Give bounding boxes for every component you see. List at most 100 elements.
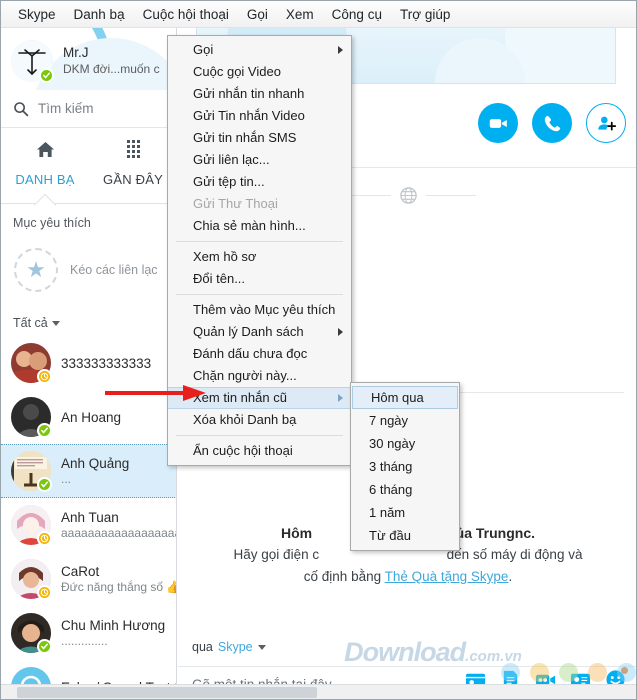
list-item[interactable]: CaRot Đức năng thắng số 👍: [1, 552, 176, 606]
submenu-item-3-months[interactable]: 3 tháng: [351, 455, 459, 478]
context-menu-separator: [176, 435, 343, 436]
check-icon: [41, 427, 48, 434]
globe-icon: [399, 187, 417, 204]
contact-name: Anh Quảng: [61, 456, 130, 471]
list-item-text: Anh Tuan aaaaaaaaaaaaaaaaaaaa...: [61, 509, 176, 541]
tab-contacts[interactable]: DANH BẠ: [1, 170, 89, 187]
send-via-selector[interactable]: qua Skype: [192, 640, 266, 654]
home-icon[interactable]: [1, 140, 89, 159]
submenu-item-yesterday[interactable]: Hôm qua: [352, 386, 458, 409]
home-glyph: [36, 141, 54, 157]
favorites-hint: Kéo các liên lạc: [70, 263, 158, 277]
list-item-text: Anh Quảng ...: [61, 455, 129, 487]
contact-list[interactable]: 333333333333 An Hoang Anh Quảng ... Anh …: [1, 336, 176, 699]
submenu-message-history[interactable]: Hôm qua 7 ngày 30 ngày 3 tháng 6 tháng 1…: [350, 382, 460, 551]
add-people-button[interactable]: [586, 103, 626, 143]
add-person-icon: [597, 116, 616, 130]
contact-name: Anh Tuan: [61, 510, 119, 525]
context-menu-item-block-person[interactable]: Chặn người này...: [168, 365, 351, 387]
submenu-item-30-days[interactable]: 30 ngày: [351, 432, 459, 455]
favorites-dropzone[interactable]: ★ Kéo các liên lạc: [1, 236, 176, 304]
menu-item-skype[interactable]: Skype: [9, 4, 65, 25]
context-menu-item-share-screen[interactable]: Chia sẻ màn hình...: [168, 215, 351, 237]
avatar[interactable]: [11, 40, 54, 83]
user-profile[interactable]: Mr.J DKM đời...muốn c: [1, 34, 176, 88]
context-menu-item-call[interactable]: Gọi: [168, 39, 351, 61]
list-item-text: CaRot Đức năng thắng số 👍: [61, 563, 176, 595]
contact-name: CaRot: [61, 564, 100, 579]
menu-item-view[interactable]: Xem: [277, 4, 323, 25]
context-menu-item-send-voicemail: Gửi Thư Thoại: [193, 196, 278, 211]
list-item[interactable]: An Hoang: [1, 390, 176, 444]
menu-item-conversation[interactable]: Cuộc hội thoại: [134, 4, 238, 25]
search-row[interactable]: [1, 90, 176, 128]
presence-indicator-away: [37, 531, 52, 546]
list-item-selected[interactable]: Anh Quảng ...: [1, 444, 176, 498]
sidebar: Mr.J DKM đời...muốn c Tìm kiếm DANH BẠ G…: [1, 28, 177, 699]
context-menu-item-mark-unread[interactable]: Đánh dấu chưa đọc: [168, 343, 351, 365]
context-menu-item-rename[interactable]: Đổi tên...: [168, 268, 351, 290]
chevron-right-icon: [338, 394, 343, 402]
avatar: [11, 397, 52, 438]
send-via-prefix: qua: [192, 640, 213, 654]
menu-item-help[interactable]: Trợ giúp: [391, 4, 459, 25]
promo-body-line1-right: đến số máy di động và: [446, 547, 583, 562]
list-item[interactable]: Chu Minh Hương ..............: [1, 606, 176, 660]
menu-item-call[interactable]: Gọi: [238, 4, 277, 25]
submenu-item-7-days[interactable]: 7 ngày: [351, 409, 459, 432]
phone-icon: [544, 115, 560, 131]
submenu-item-1-year[interactable]: 1 năm: [351, 501, 459, 524]
check-icon: [43, 72, 50, 79]
context-menu-item-send-video-message[interactable]: Gửi Tin nhắn Video: [168, 105, 351, 127]
context-menu-item-view-profile[interactable]: Xem hồ sơ: [168, 246, 351, 268]
contact-name: 333333333333: [61, 355, 152, 371]
contact-name: Chu Minh Hương: [61, 618, 166, 633]
contact-status: ...: [61, 472, 72, 486]
menu-item-contacts[interactable]: Danh bạ: [65, 4, 134, 25]
scrollbar-thumb[interactable]: [17, 687, 317, 698]
promo-body-line2-pre: cố định bằng: [303, 569, 385, 584]
context-menu[interactable]: Gọi Cuộc gọi Video Gửi nhắn tin nhanh Gử…: [167, 35, 352, 466]
promo-heading-left: Hôm: [280, 525, 313, 541]
context-menu-item-remove-contact[interactable]: Xóa khỏi Danh bạ: [168, 409, 351, 431]
list-item-text: 333333333333: [61, 355, 151, 372]
profile-name: Mr.J: [63, 45, 89, 60]
presence-indicator-online: [39, 68, 54, 83]
chevron-right-icon: [338, 46, 343, 54]
list-item[interactable]: 333333333333: [1, 336, 176, 390]
horizontal-scrollbar[interactable]: [1, 684, 636, 699]
avatar: [11, 505, 52, 546]
video-call-button[interactable]: [478, 103, 518, 143]
clock-icon: [40, 372, 49, 381]
presence-indicator-away: [37, 369, 52, 384]
submenu-item-from-beginning[interactable]: Từ đầu: [351, 524, 459, 547]
contact-status: ..............: [61, 634, 108, 648]
contact-status: aaaaaaaaaaaaaaaaaaaa...: [61, 526, 176, 540]
contact-name: An Hoang: [61, 409, 122, 425]
list-item[interactable]: Anh Tuan aaaaaaaaaaaaaaaaaaaa...: [1, 498, 176, 552]
tab-indicator: [1, 195, 176, 204]
context-menu-item-send-im[interactable]: Gửi nhắn tin nhanh: [168, 83, 351, 105]
divider-line: [425, 195, 476, 196]
contacts-filter[interactable]: Tất cả: [13, 316, 60, 330]
context-menu-item-video-call[interactable]: Cuộc gọi Video: [168, 61, 351, 83]
gift-card-link[interactable]: Thẻ Quà tặng Skype: [385, 569, 509, 584]
tab-recent[interactable]: GẦN ĐÂY: [89, 170, 176, 187]
context-menu-item-send-contact[interactable]: Gửi liên lạc...: [168, 149, 351, 171]
dialpad-icon[interactable]: [89, 140, 176, 158]
dialpad-glyph: [126, 140, 140, 158]
avatar: [11, 613, 52, 654]
context-menu-item-send-file[interactable]: Gửi tệp tin...: [168, 171, 351, 193]
context-menu-item-label: Quản lý Danh sách: [193, 324, 304, 339]
context-menu-separator: [176, 294, 343, 295]
search-input[interactable]: [38, 101, 158, 116]
voice-call-button[interactable]: [532, 103, 572, 143]
menu-item-tools[interactable]: Công cụ: [323, 4, 391, 25]
context-menu-item-manage-lists[interactable]: Quản lý Danh sách: [168, 321, 351, 343]
submenu-item-6-months[interactable]: 6 tháng: [351, 478, 459, 501]
context-menu-item-view-old-messages[interactable]: Xem tin nhắn cũ: [168, 387, 351, 409]
context-menu-item-send-sms[interactable]: Gửi tin nhắn SMS: [168, 127, 351, 149]
context-menu-item-add-favorite[interactable]: Thêm vào Mục yêu thích: [168, 299, 351, 321]
profile-text: Mr.J DKM đời...muốn c: [63, 45, 160, 77]
context-menu-item-hide-conversation[interactable]: Ẩn cuộc hội thoại: [168, 440, 351, 462]
